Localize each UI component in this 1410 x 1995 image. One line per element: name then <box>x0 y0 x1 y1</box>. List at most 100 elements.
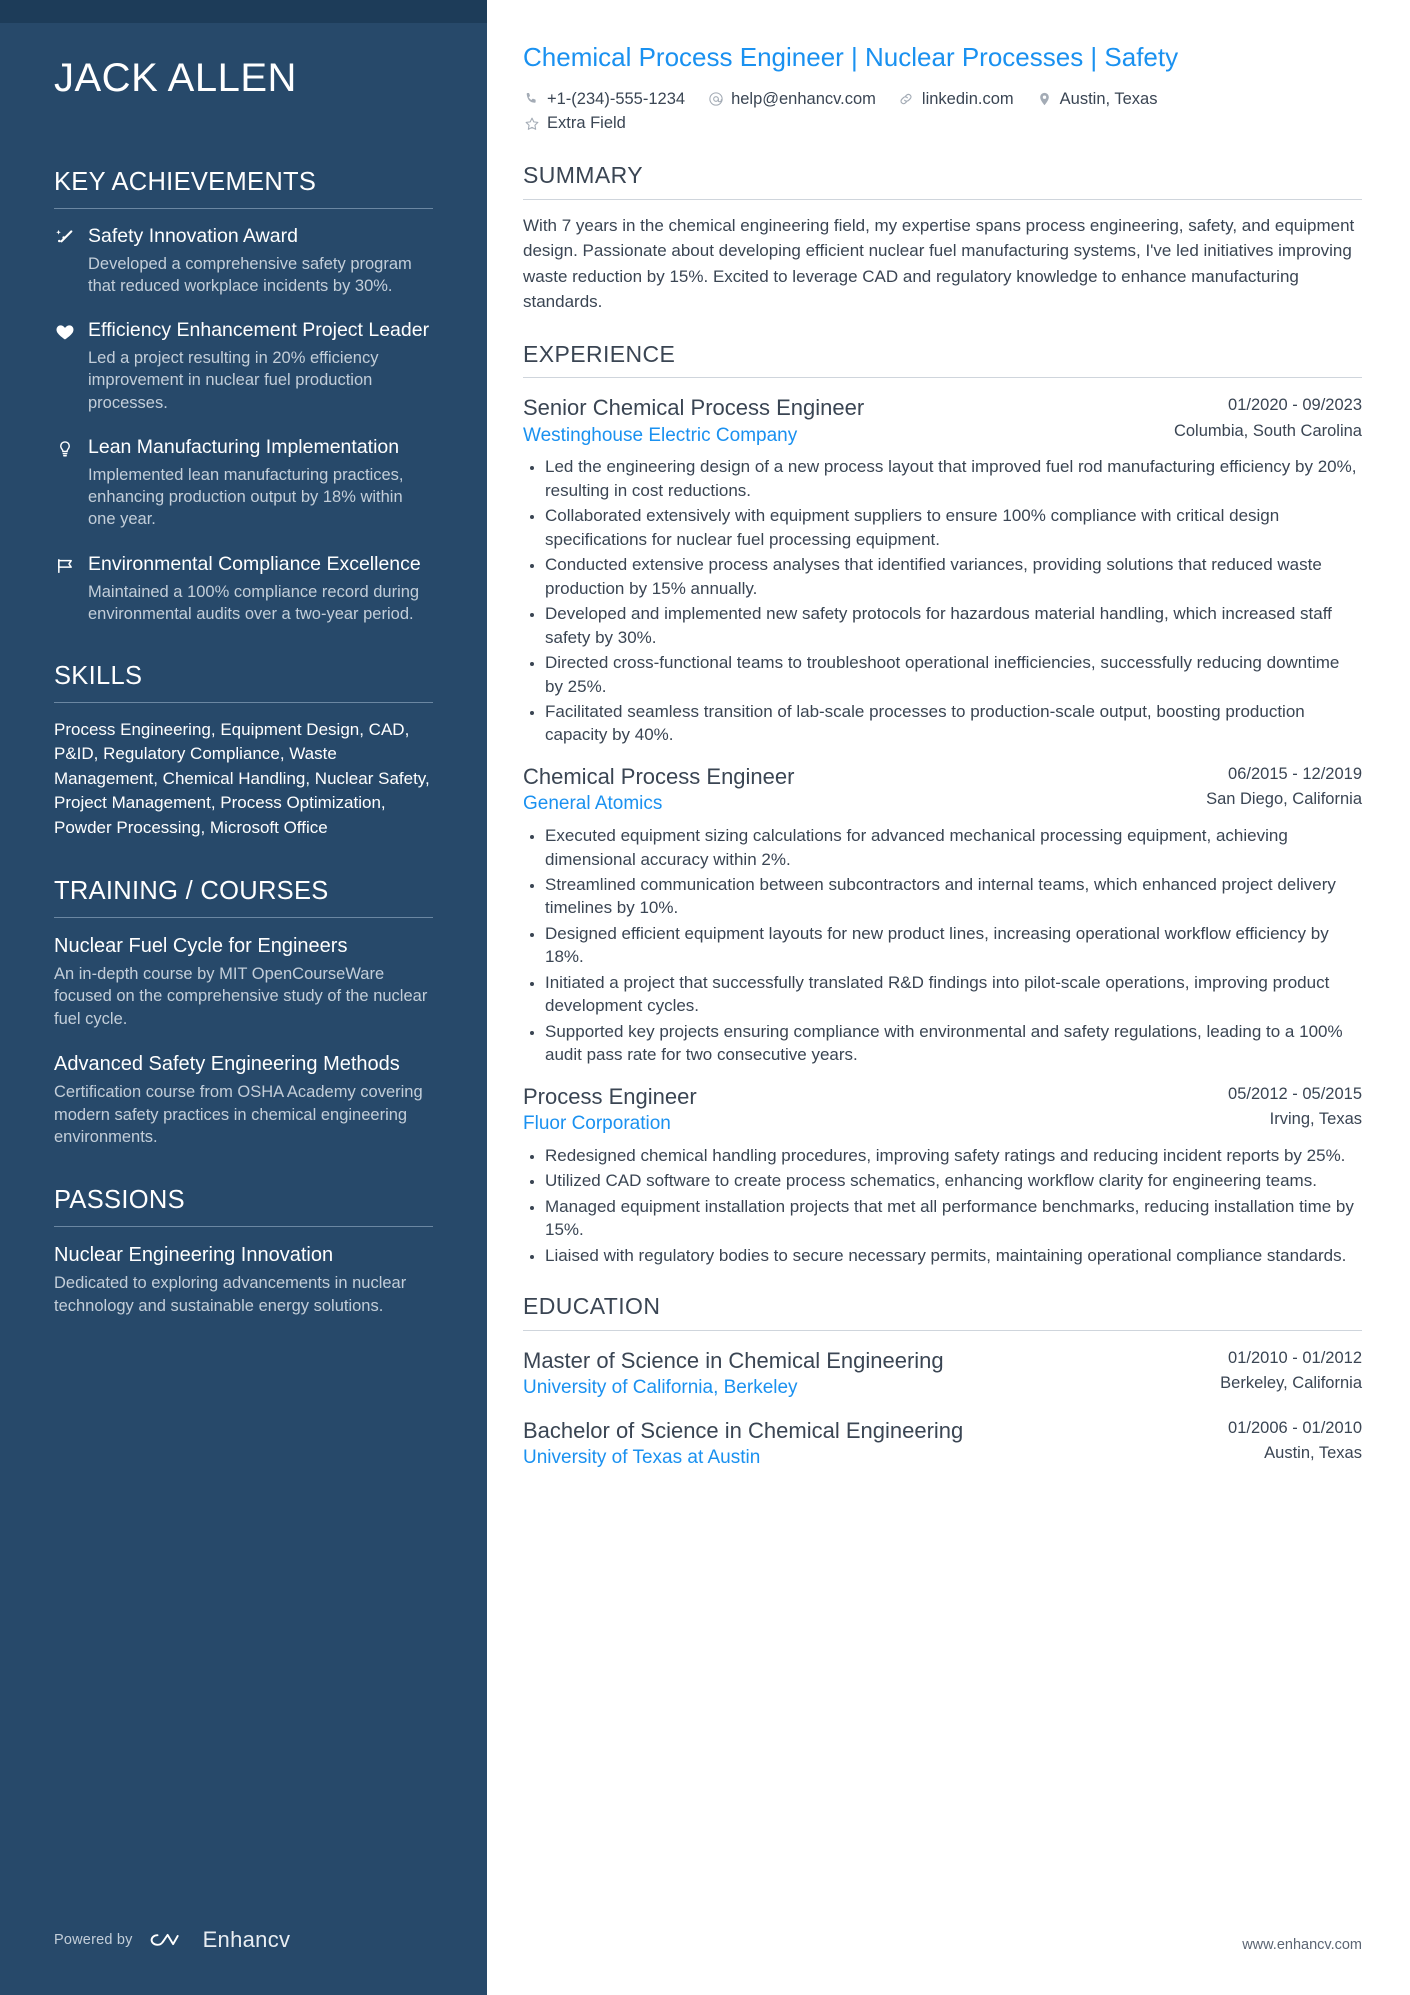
education-entry-right: 01/2010 - 01/2012 Berkeley, California <box>1220 1347 1362 1395</box>
company-name[interactable]: Fluor Corporation <box>523 1112 1208 1137</box>
sparkle-icon <box>54 224 76 297</box>
experience-entry-header: Chemical Process Engineer General Atomic… <box>523 763 1362 817</box>
contact-row-secondary: Extra Field <box>523 111 1362 136</box>
experience-entry: Senior Chemical Process Engineer Westing… <box>523 394 1362 747</box>
skills-list: Process Engineering, Equipment Design, C… <box>54 719 430 837</box>
education-entry-left: Master of Science in Chemical Engineerin… <box>523 1347 1200 1401</box>
education-entry: Bachelor of Science in Chemical Engineer… <box>523 1417 1362 1471</box>
contact-phone[interactable]: +1-(234)-555-1234 <box>523 87 685 112</box>
contact-email-value: help@enhancv.com <box>731 89 876 108</box>
passion-title: Nuclear Engineering Innovation <box>54 1243 334 1266</box>
divider <box>54 207 433 209</box>
section-experience: EXPERIENCE Senior Chemical Process Engin… <box>523 341 1362 1267</box>
school-name[interactable]: University of Texas at Austin <box>523 1446 1208 1471</box>
school-location: Berkeley, California <box>1220 1373 1362 1392</box>
passion-description: Dedicated to exploring advancements in n… <box>54 1273 407 1315</box>
sidebar: JACK ALLEN KEY ACHIEVEMENTS Safety Innov… <box>0 0 487 1995</box>
degree-dates: 01/2010 - 01/2012 <box>1228 1348 1362 1367</box>
main-column: Chemical Process Engineer | Nuclear Proc… <box>487 0 1410 1995</box>
section-title-skills: SKILLS <box>54 662 143 691</box>
contact-email[interactable]: help@enhancv.com <box>707 87 876 112</box>
contact-linkedin-value: linkedin.com <box>921 89 1014 108</box>
achievement-body: Lean Manufacturing Implementation Implem… <box>88 435 433 531</box>
divider <box>523 377 1362 379</box>
section-title-experience: EXPERIENCE <box>523 340 676 367</box>
summary-text: With 7 years in the chemical engineering… <box>523 215 1355 312</box>
achievement-body: Safety Innovation Award Developed a comp… <box>88 224 433 297</box>
section-training-courses: TRAINING / COURSES Nuclear Fuel Cycle fo… <box>54 876 433 1149</box>
contact-linkedin[interactable]: linkedin.com <box>898 87 1014 112</box>
course-item: Nuclear Fuel Cycle for Engineers An in-d… <box>54 933 433 1031</box>
job-bullets: Redesigned chemical handling procedures,… <box>523 1144 1362 1267</box>
achievement-item: Lean Manufacturing Implementation Implem… <box>54 435 433 531</box>
experience-entry-right: 05/2012 - 05/2015 Irving, Texas <box>1228 1083 1362 1131</box>
job-bullet: Managed equipment installation projects … <box>545 1195 1362 1242</box>
contact-extra-field: Extra Field <box>523 111 626 136</box>
phone-icon <box>523 90 540 107</box>
enhancv-wordmark: Enhancv <box>202 1927 291 1952</box>
experience-entry-right: 01/2020 - 09/2023 Columbia, South Caroli… <box>1174 394 1362 442</box>
job-title: Senior Chemical Process Engineer <box>523 395 865 421</box>
section-title-key-achievements: KEY ACHIEVEMENTS <box>54 168 317 196</box>
contact-phone-value: +1-(234)-555-1234 <box>547 89 686 108</box>
section-title-summary: SUMMARY <box>523 162 643 189</box>
enhancv-mark-icon <box>150 1933 179 1946</box>
achievement-item: Environmental Compliance Excellence Main… <box>54 552 433 625</box>
professional-headline: Chemical Process Engineer | Nuclear Proc… <box>523 42 1179 72</box>
achievement-title: Safety Innovation Award <box>88 224 298 247</box>
location-pin-icon <box>1036 90 1053 107</box>
star-icon <box>523 115 540 132</box>
footer-url[interactable]: www.enhancv.com <box>1242 1937 1362 1953</box>
job-dates: 01/2020 - 09/2023 <box>1228 396 1362 415</box>
contact-extra-field-value: Extra Field <box>547 114 626 133</box>
school-location: Austin, Texas <box>1264 1444 1362 1463</box>
section-skills: SKILLS Process Engineering, Equipment De… <box>54 661 433 840</box>
degree-title: Bachelor of Science in Chemical Engineer… <box>523 1417 964 1443</box>
degree-dates: 01/2006 - 01/2010 <box>1228 1418 1362 1437</box>
job-location: Columbia, South Carolina <box>1173 421 1362 440</box>
company-name[interactable]: General Atomics <box>523 792 1186 817</box>
experience-entry-right: 06/2015 - 12/2019 San Diego, California <box>1206 763 1362 811</box>
passion-item: Nuclear Engineering Innovation Dedicated… <box>54 1242 433 1318</box>
section-passions: PASSIONS Nuclear Engineering Innovation … <box>54 1185 433 1317</box>
achievement-item: Efficiency Enhancement Project Leader Le… <box>54 318 433 414</box>
section-education: EDUCATION Master of Science in Chemical … <box>523 1293 1362 1471</box>
job-bullet: Facilitated seamless transition of lab-s… <box>545 700 1362 747</box>
section-title-education: EDUCATION <box>523 1293 661 1320</box>
section-title-passions: PASSIONS <box>54 1186 185 1215</box>
education-entry: Master of Science in Chemical Engineerin… <box>523 1347 1362 1401</box>
education-entry-right: 01/2006 - 01/2010 Austin, Texas <box>1228 1417 1362 1465</box>
course-title: Advanced Safety Engineering Methods <box>54 1052 400 1075</box>
candidate-name: JACK ALLEN <box>54 56 297 100</box>
job-bullet: Developed and implemented new safety pro… <box>545 602 1362 649</box>
divider <box>523 198 1362 200</box>
course-description: An in-depth course by MIT OpenCourseWare… <box>54 964 428 1029</box>
education-entry-header: Bachelor of Science in Chemical Engineer… <box>523 1417 1362 1471</box>
divider <box>54 916 433 918</box>
degree-title: Master of Science in Chemical Engineerin… <box>523 1347 944 1373</box>
company-name[interactable]: Westinghouse Electric Company <box>523 424 1154 449</box>
job-bullet: Directed cross-functional teams to troub… <box>545 651 1362 698</box>
resume-page: JACK ALLEN KEY ACHIEVEMENTS Safety Innov… <box>0 0 1410 1995</box>
school-name[interactable]: University of California, Berkeley <box>523 1376 1200 1401</box>
enhancv-logo: Enhancv <box>148 1927 291 1953</box>
contact-info: +1-(234)-555-1234 help@enhancv.com linke… <box>523 87 1362 137</box>
job-title: Chemical Process Engineer <box>523 763 795 789</box>
sidebar-footer: Powered by Enhancv <box>54 1927 290 1953</box>
experience-entry: Process Engineer Fluor Corporation 05/20… <box>523 1083 1362 1267</box>
achievement-body: Environmental Compliance Excellence Main… <box>88 552 433 625</box>
job-bullet: Designed efficient equipment layouts for… <box>545 922 1362 969</box>
experience-entry-left: Chemical Process Engineer General Atomic… <box>523 763 1186 817</box>
job-location: San Diego, California <box>1206 790 1362 809</box>
heart-icon <box>54 318 76 414</box>
contact-location-value: Austin, Texas <box>1059 89 1158 108</box>
achievement-description: Led a project resulting in 20% efficienc… <box>88 349 379 412</box>
divider <box>523 1329 1362 1331</box>
job-bullet: Conducted extensive process analyses tha… <box>545 553 1362 600</box>
education-entry-header: Master of Science in Chemical Engineerin… <box>523 1347 1362 1401</box>
section-key-achievements: KEY ACHIEVEMENTS Safety Innovation Award… <box>54 167 433 625</box>
divider <box>54 701 433 703</box>
experience-entry-header: Process Engineer Fluor Corporation 05/20… <box>523 1083 1362 1137</box>
contact-location: Austin, Texas <box>1036 87 1158 112</box>
job-bullet: Collaborated extensively with equipment … <box>545 504 1362 551</box>
